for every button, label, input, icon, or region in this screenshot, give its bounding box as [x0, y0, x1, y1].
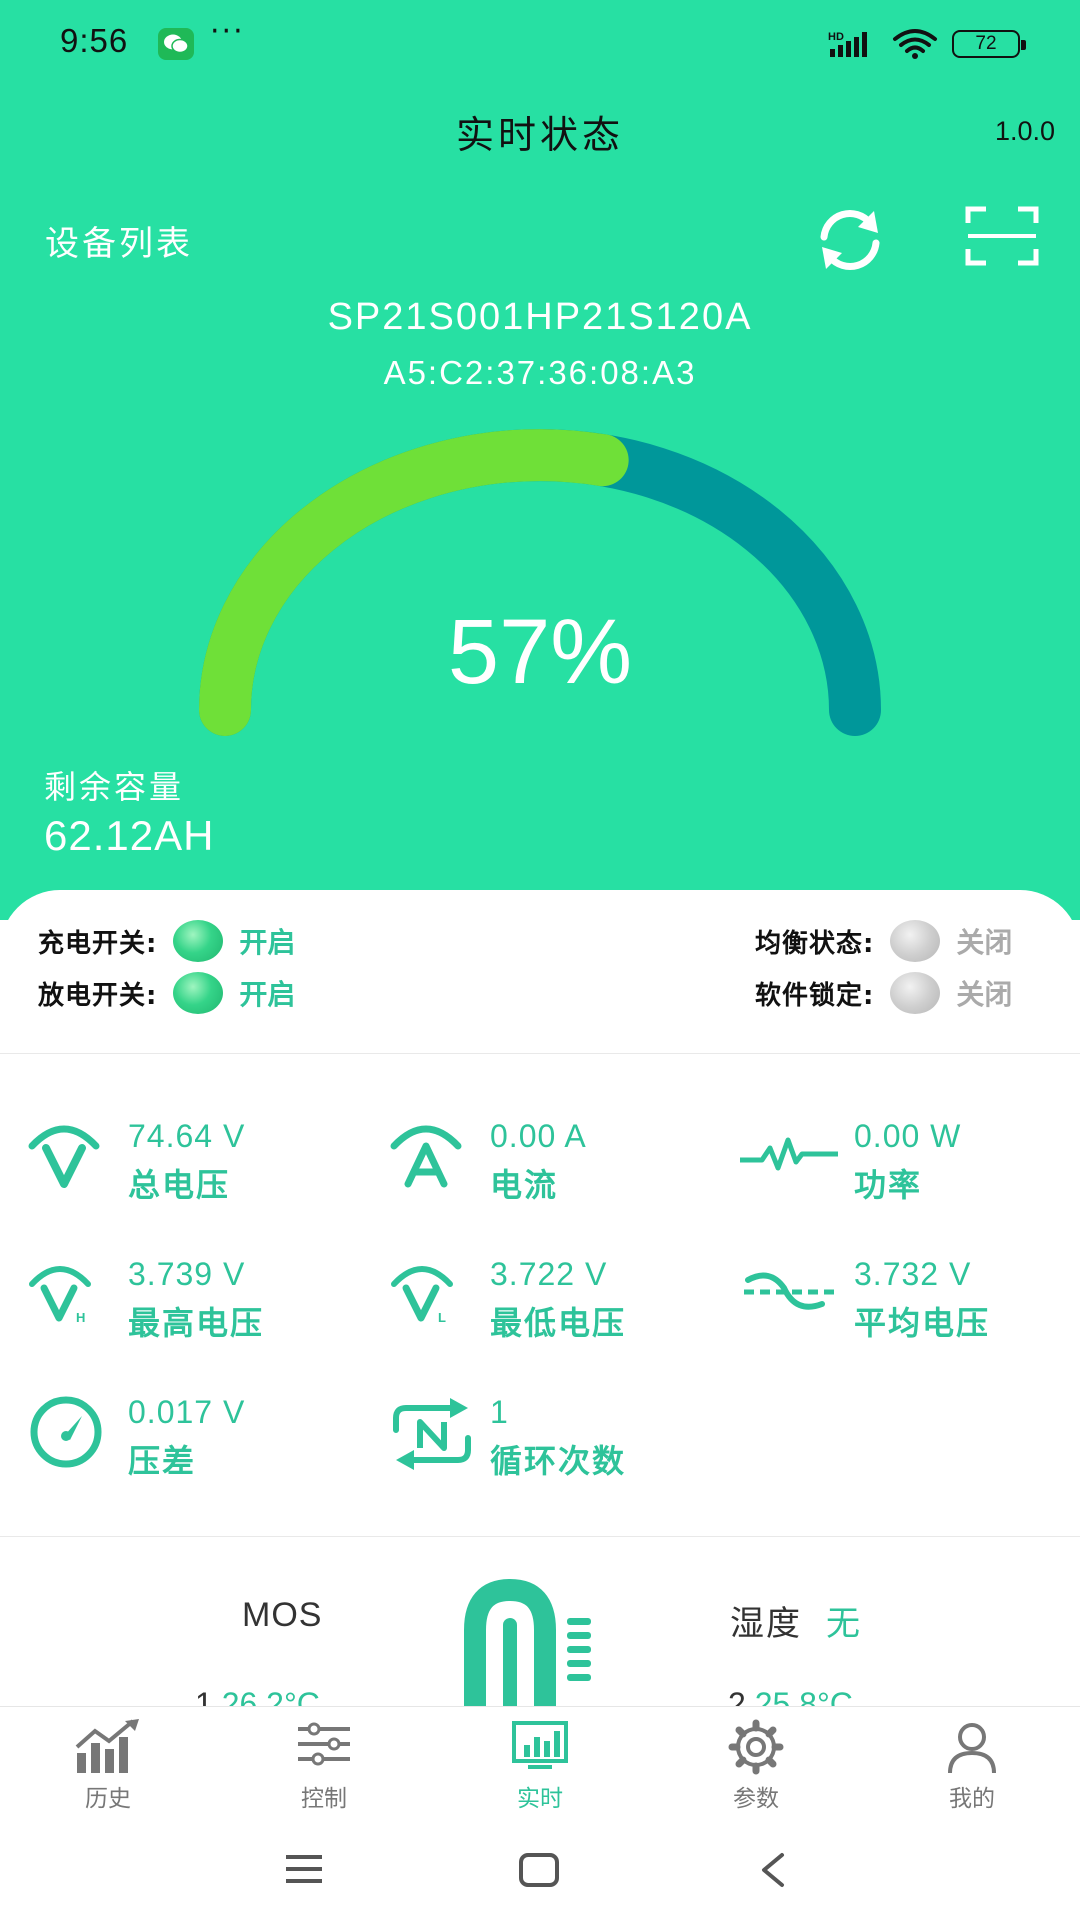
page-title: 实时状态: [455, 113, 624, 157]
metric-max-voltage: H 3.739 V 最高电压: [28, 1256, 348, 1356]
nav-item-realtime[interactable]: 实时: [432, 1707, 648, 1826]
more-notifications-icon: ···: [210, 14, 245, 49]
wechat-notification-icon: [158, 28, 194, 60]
metric-voltage-difference: 0.017 V 压差: [28, 1394, 348, 1494]
humidity-value: 无: [826, 1604, 860, 1644]
status-icons: HD 72: [828, 26, 1026, 62]
nav-label-control: 控制: [301, 1786, 347, 1812]
cycle-count-label: 循环次数: [490, 1442, 627, 1480]
metric-cycle-count: 1 循环次数: [390, 1394, 710, 1494]
scan-icon[interactable]: [964, 205, 1040, 267]
charge-switch[interactable]: 充电开关: 开启: [38, 920, 295, 962]
svg-text:H: H: [76, 1310, 85, 1325]
max-voltage-icon: H: [29, 1266, 91, 1325]
current-icon: [390, 1125, 462, 1188]
balance-status: 均衡状态: 关闭: [755, 920, 1012, 962]
total-voltage-value: 74.64 V: [128, 1118, 246, 1154]
total-voltage-icon: [28, 1125, 100, 1188]
software-lock-state: 关闭: [956, 978, 1013, 1011]
thermometer-icon: [464, 1578, 591, 1710]
discharge-switch[interactable]: 放电开关: 开启: [38, 972, 295, 1014]
discharge-status-indicator: [173, 972, 224, 1014]
avg-voltage-value: 3.732 V: [854, 1256, 972, 1292]
metric-power: 0.00 W 功率: [740, 1118, 1060, 1218]
min-voltage-value: 3.722 V: [490, 1256, 608, 1292]
voltage-difference-value: 0.017 V: [128, 1394, 246, 1430]
history-chart-icon: [75, 1719, 139, 1773]
power-value: 0.00 W: [854, 1118, 962, 1154]
system-navigation-bar: [0, 1826, 1080, 1920]
cycle-count-value: 1: [490, 1394, 509, 1430]
min-voltage-label: 最低电压: [490, 1304, 627, 1342]
nav-label-history: 历史: [85, 1786, 131, 1812]
device-mac-address: A5:C2:37:36:08:A3: [383, 354, 697, 391]
avg-voltage-icon: [744, 1272, 836, 1310]
bottom-navigation: 历史 控制 实时 参数 我的: [0, 1706, 1080, 1826]
gauge-meter-icon: [30, 1396, 102, 1468]
device-name: SP21S001HP21S120A: [327, 296, 753, 338]
metric-avg-voltage: 3.732 V 平均电压: [740, 1256, 1060, 1356]
nav-item-profile[interactable]: 我的: [864, 1707, 1080, 1826]
current-label: 电流: [490, 1166, 559, 1204]
wifi-icon: [893, 29, 937, 59]
max-voltage-value: 3.739 V: [128, 1256, 246, 1292]
svg-text:L: L: [438, 1310, 446, 1325]
network-type-label: HD: [828, 31, 844, 43]
software-lock-status: 软件锁定: 关闭: [755, 972, 1012, 1014]
nav-item-parameters[interactable]: 参数: [648, 1707, 864, 1826]
menu-icon[interactable]: [284, 1852, 324, 1886]
temperature-section: MOS 湿度 无 1 26.2°C 2 25.8°C: [0, 1540, 1080, 1710]
balance-status-indicator: [890, 920, 941, 962]
voltage-difference-label: 压差: [128, 1442, 197, 1480]
status-time: 9:56: [60, 22, 129, 59]
balance-status-state: 关闭: [956, 926, 1013, 959]
software-lock-indicator: [890, 972, 941, 1014]
status-bar: 9:56 ··· HD 72: [0, 0, 1080, 86]
nav-item-history[interactable]: 历史: [0, 1707, 216, 1826]
cycle-count-icon: [393, 1398, 471, 1470]
metric-current: 0.00 A 电流: [390, 1118, 710, 1218]
remaining-capacity-value: 62.12AH: [44, 812, 215, 859]
device-list-link[interactable]: 设备列表: [45, 216, 193, 265]
nav-label-realtime: 实时: [517, 1786, 563, 1812]
discharge-switch-state: 开启: [239, 978, 296, 1011]
charge-switch-state: 开启: [239, 926, 296, 959]
sliders-icon: [298, 1722, 350, 1766]
max-voltage-label: 最高电压: [128, 1304, 265, 1342]
battery-indicator: 72: [952, 30, 1026, 58]
divider: [0, 1536, 1080, 1537]
humidity-label: 湿度: [730, 1604, 802, 1644]
battery-level: 72: [975, 33, 997, 54]
avg-voltage-label: 平均电压: [854, 1304, 991, 1342]
metric-min-voltage: L 3.722 V 最低电压: [390, 1256, 710, 1356]
divider: [0, 1053, 1080, 1054]
metric-total-voltage: 74.64 V 总电压: [28, 1118, 348, 1218]
charge-status-indicator: [173, 920, 224, 962]
back-icon[interactable]: [758, 1852, 788, 1888]
app-version: 1.0.0: [994, 116, 1055, 146]
remaining-capacity-label: 剩余容量: [44, 768, 185, 806]
software-lock-label: 软件锁定:: [755, 980, 875, 1011]
nav-label-parameters: 参数: [733, 1786, 779, 1812]
header-area: 9:56 ··· HD 72 实时状态 1.0.0 设备列表 SP21S001H…: [0, 0, 1080, 920]
soc-percentage: 57%: [447, 601, 633, 703]
discharge-switch-label: 放电开关:: [38, 980, 158, 1011]
min-voltage-icon: L: [391, 1266, 453, 1325]
current-value: 0.00 A: [490, 1118, 587, 1154]
gear-icon: [728, 1719, 784, 1775]
cellular-signal-icon: HD: [828, 31, 867, 57]
charge-switch-label: 充电开关:: [38, 928, 158, 959]
nav-label-profile: 我的: [949, 1786, 995, 1812]
power-label: 功率: [854, 1166, 923, 1204]
total-voltage-label: 总电压: [128, 1166, 231, 1204]
refresh-icon[interactable]: [810, 205, 890, 275]
mos-temperature-label: MOS: [242, 1596, 323, 1634]
realtime-monitor-icon: [512, 1721, 568, 1769]
balance-status-label: 均衡状态:: [755, 928, 875, 959]
user-icon: [948, 1723, 996, 1774]
power-icon: [740, 1137, 838, 1171]
home-icon[interactable]: [518, 1852, 560, 1888]
nav-item-control[interactable]: 控制: [216, 1707, 432, 1826]
